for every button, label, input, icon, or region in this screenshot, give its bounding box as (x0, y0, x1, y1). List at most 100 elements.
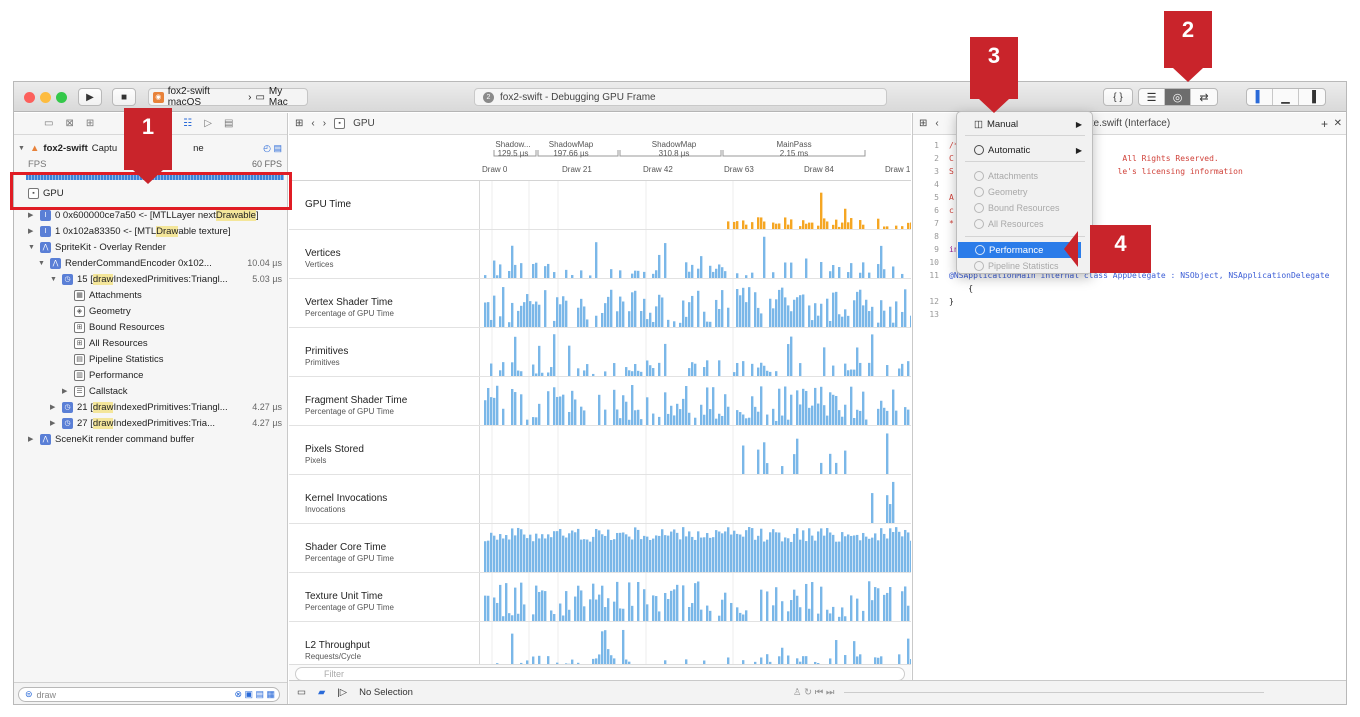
stop-icon: ■ (120, 91, 128, 103)
forward-arrow-icon[interactable]: › (323, 118, 326, 129)
chevron-right-icon: › (248, 91, 252, 103)
search-highlight: Drawable (215, 209, 256, 221)
label-pre: 15 [ (77, 273, 93, 285)
counter-bar (523, 604, 526, 621)
counter-bar (844, 450, 847, 474)
run-button[interactable]: ▶ (78, 88, 102, 106)
folder-icon[interactable]: ▭ (44, 118, 53, 129)
counter-bar (661, 297, 664, 327)
nav-row-pipeline-statistics[interactable]: ▤ Pipeline Statistics (74, 351, 163, 367)
menu-item-manual[interactable]: ◫ Manual ▶ (957, 116, 1092, 132)
callout-number: 4 (1114, 231, 1127, 256)
counter-bar (682, 585, 685, 621)
debug-controls-icons[interactable]: ♙ ↻ ⏮ ⏭ (793, 687, 835, 698)
counter-bar (676, 584, 679, 621)
menu-separator (965, 135, 1085, 136)
disclosure-icon[interactable]: ▼ (18, 145, 26, 152)
counter-row[interactable]: Texture Unit Time Percentage of GPU Time (289, 573, 911, 622)
disclosure-icon[interactable]: ▶ (50, 419, 58, 427)
disclosure-icon[interactable]: ▼ (38, 260, 46, 267)
navigator-toggle-icon[interactable]: ▌ (1247, 89, 1273, 105)
scheme-selector[interactable]: ◉ fox2-swift macOS › ▭ My Mac (148, 86, 308, 108)
debug-tab-icon[interactable]: ☷ (183, 118, 192, 129)
panel-toggle-control[interactable]: ▌ ▁ ▐ (1246, 88, 1326, 106)
counter-bar (736, 410, 739, 425)
nav-row-draw-21[interactable]: ▶ ◷ 21 [drawIndexedPrimitives:Triangl...… (50, 399, 286, 415)
disclosure-icon[interactable]: ▶ (28, 227, 36, 235)
counter-row[interactable]: Kernel Invocations Invocations (289, 475, 911, 524)
stop-button[interactable]: ■ (112, 88, 136, 106)
counter-bar (532, 541, 535, 572)
hierarchy-icon[interactable]: ⊞ (86, 118, 94, 129)
debug-area-toggle-icon[interactable]: ▁ (1273, 89, 1299, 105)
back-arrow-icon[interactable]: ‹ (935, 118, 938, 129)
disclosure-icon[interactable]: ▶ (28, 435, 36, 443)
source-control-icon[interactable]: ⊠ (65, 118, 73, 129)
counter-subtitle: Percentage of GPU Time (305, 554, 394, 563)
counter-bar (514, 535, 517, 572)
nav-row-callstack[interactable]: ▶ ☰ Callstack (62, 383, 128, 399)
nav-row-scenekit[interactable]: ▶ ⋀ SceneKit render command buffer (28, 431, 286, 447)
disclosure-icon[interactable]: ▼ (50, 276, 58, 283)
doc-icons[interactable]: ◴ ▤ (263, 143, 282, 154)
standard-editor-icon[interactable]: ☰ (1139, 89, 1165, 105)
nav-row-draw-27[interactable]: ▶ ◷ 27 [drawIndexedPrimitives:Tria... 4.… (50, 415, 286, 431)
center-jump-bar: ⊞ ‹ › ▪ GPU (289, 113, 911, 135)
draw-tick-label: Draw 0 (482, 165, 508, 174)
view-debugger-icon[interactable]: ▭ (297, 687, 306, 698)
grid-icon[interactable]: ⊞ (919, 118, 927, 129)
counter-row[interactable]: Pixels Stored Pixels (289, 426, 911, 475)
continue-icon[interactable]: |▷ (337, 687, 347, 698)
counter-row[interactable]: Vertex Shader Time Percentage of GPU Time (289, 279, 911, 328)
assistant-editor-icon[interactable]: ◎ (1165, 89, 1191, 105)
timeline-scrubber[interactable] (844, 692, 1265, 693)
counter-row[interactable]: Vertices Vertices (289, 230, 911, 279)
disclosure-icon[interactable]: ▼ (28, 244, 36, 251)
breakpoint-icon[interactable]: ▷ (204, 118, 212, 129)
nav-row-geometry[interactable]: ◈ Geometry (74, 303, 131, 319)
code-review-button[interactable]: { } (1103, 88, 1133, 106)
nav-row-bound-resources[interactable]: ⊞ Bound Resources (74, 319, 165, 335)
close-window-button[interactable] (24, 92, 35, 103)
counter-row[interactable]: GPU Time (289, 181, 911, 230)
nav-row-encoder[interactable]: ▼ ⋀ RenderCommandEncoder 0x102... 10.04 … (38, 255, 286, 271)
counter-bar (664, 343, 667, 376)
nav-row-spritekit[interactable]: ▼ ⋀ SpriteKit - Overlay Render (28, 239, 286, 255)
counter-bar (526, 294, 529, 327)
counter-row[interactable]: Primitives Primitives (289, 328, 911, 377)
filter-options-icons[interactable]: ⊗ ▣ ▤ ▦ (234, 689, 275, 700)
menu-item-performance[interactable]: Performance (958, 242, 1081, 258)
grid-icon[interactable]: ⊞ (295, 118, 303, 129)
counter-bar (787, 538, 790, 572)
counter-bar (820, 192, 823, 229)
counter-row[interactable]: Fragment Shader Time Percentage of GPU Ti… (289, 377, 911, 426)
counter-bar (889, 504, 892, 523)
minimize-window-button[interactable] (40, 92, 51, 103)
nav-row-all-resources[interactable]: ⊞ All Resources (74, 335, 148, 351)
counter-bar (619, 270, 622, 278)
navigator-search-field[interactable]: ⊜ draw ⊗ ▣ ▤ ▦ (18, 687, 280, 702)
version-editor-icon[interactable]: ⇄ (1191, 89, 1217, 105)
nav-row-performance[interactable]: ▥ Performance (74, 367, 143, 383)
nav-row-draw-15[interactable]: ▼ ◷ 15 [drawIndexedPrimitives:Triangl...… (50, 271, 286, 287)
menu-item-automatic[interactable]: Automatic ▶ (957, 142, 1092, 158)
back-arrow-icon[interactable]: ‹ (311, 118, 314, 129)
inspector-toggle-icon[interactable]: ▐ (1299, 89, 1325, 105)
counter-bar (562, 615, 565, 621)
nav-row-attachments[interactable]: ▦ Attachments (74, 287, 142, 303)
timeline-filter-field[interactable]: Filter (295, 667, 905, 681)
editor-mode-control[interactable]: ☰ ◎ ⇄ (1138, 88, 1218, 106)
disclosure-icon[interactable]: ▶ (50, 403, 58, 411)
counter-bar (622, 301, 625, 327)
counter-bar (709, 409, 712, 425)
nav-row-texture[interactable]: ▶ I 1 0x102a83350 <- [MTLDrawable textur… (28, 223, 286, 239)
counter-row[interactable]: Shader Core Time Percentage of GPU Time (289, 524, 911, 573)
zoom-window-button[interactable] (56, 92, 67, 103)
report-icon[interactable]: ▤ (224, 118, 233, 129)
breakpoint-toggle-icon[interactable]: ▰ (318, 687, 325, 698)
disclosure-icon[interactable]: ▶ (62, 387, 70, 395)
disclosure-icon[interactable]: ▶ (28, 211, 36, 219)
counter-bar (634, 527, 637, 572)
add-editor-icon[interactable]: + (1321, 117, 1328, 131)
close-editor-icon[interactable]: ✕ (1334, 118, 1342, 129)
